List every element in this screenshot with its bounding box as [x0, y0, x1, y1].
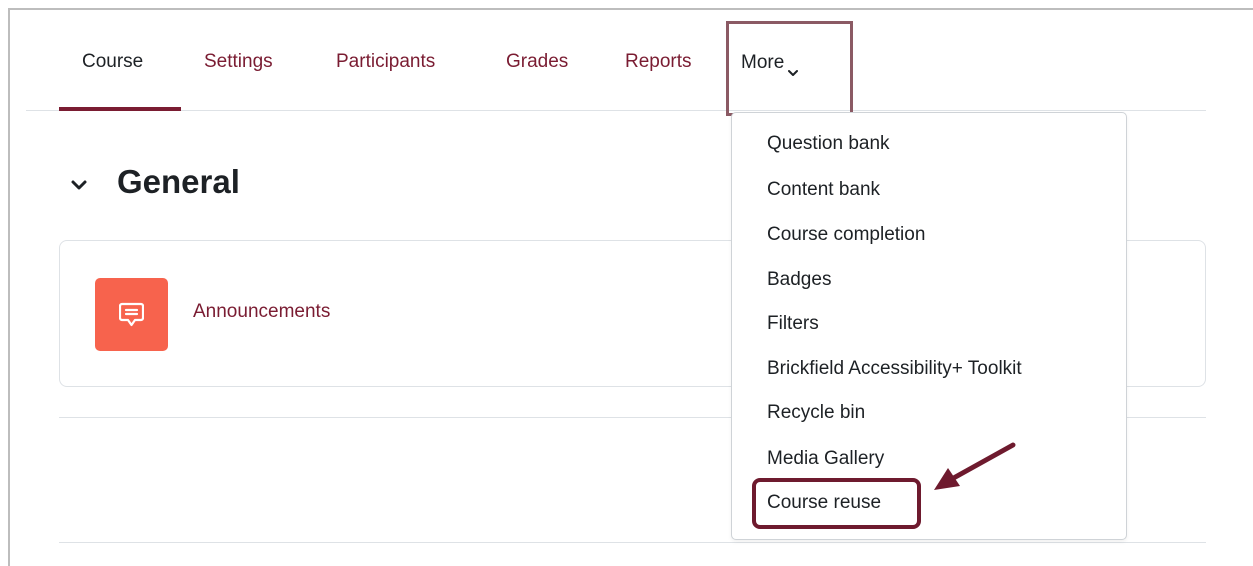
activity-link-announcements[interactable]: Announcements: [193, 298, 330, 326]
tab-settings[interactable]: Settings: [204, 30, 273, 90]
chevron-down-icon: [788, 58, 799, 76]
section-title: General: [117, 163, 240, 200]
forum-icon[interactable]: [95, 278, 168, 351]
tab-grades[interactable]: Grades: [506, 30, 568, 90]
menu-item-brickfield-toolkit[interactable]: Brickfield Accessibility+ Toolkit: [767, 356, 1022, 382]
section-collapse-toggle[interactable]: [70, 176, 88, 194]
menu-item-filters[interactable]: Filters: [767, 311, 819, 337]
menu-item-content-bank[interactable]: Content bank: [767, 177, 880, 203]
chevron-down-icon: [71, 180, 87, 190]
pointer-arrow-icon: [934, 442, 1016, 490]
nav-underline: [26, 110, 1206, 111]
tab-course[interactable]: Course: [82, 30, 143, 90]
section-divider: [59, 542, 1206, 543]
tab-more-label: More: [741, 52, 785, 73]
menu-item-media-gallery[interactable]: Media Gallery: [767, 446, 884, 472]
menu-item-badges[interactable]: Badges: [767, 267, 831, 293]
active-tab-indicator: [59, 107, 181, 111]
tab-participants[interactable]: Participants: [336, 30, 435, 90]
menu-item-question-bank[interactable]: Question bank: [767, 131, 890, 157]
tab-reports[interactable]: Reports: [625, 30, 692, 90]
menu-item-course-completion[interactable]: Course completion: [767, 222, 925, 248]
tab-more[interactable]: More: [741, 48, 799, 78]
menu-item-recycle-bin[interactable]: Recycle bin: [767, 400, 865, 426]
course-reuse-highlight-box: [752, 478, 921, 529]
